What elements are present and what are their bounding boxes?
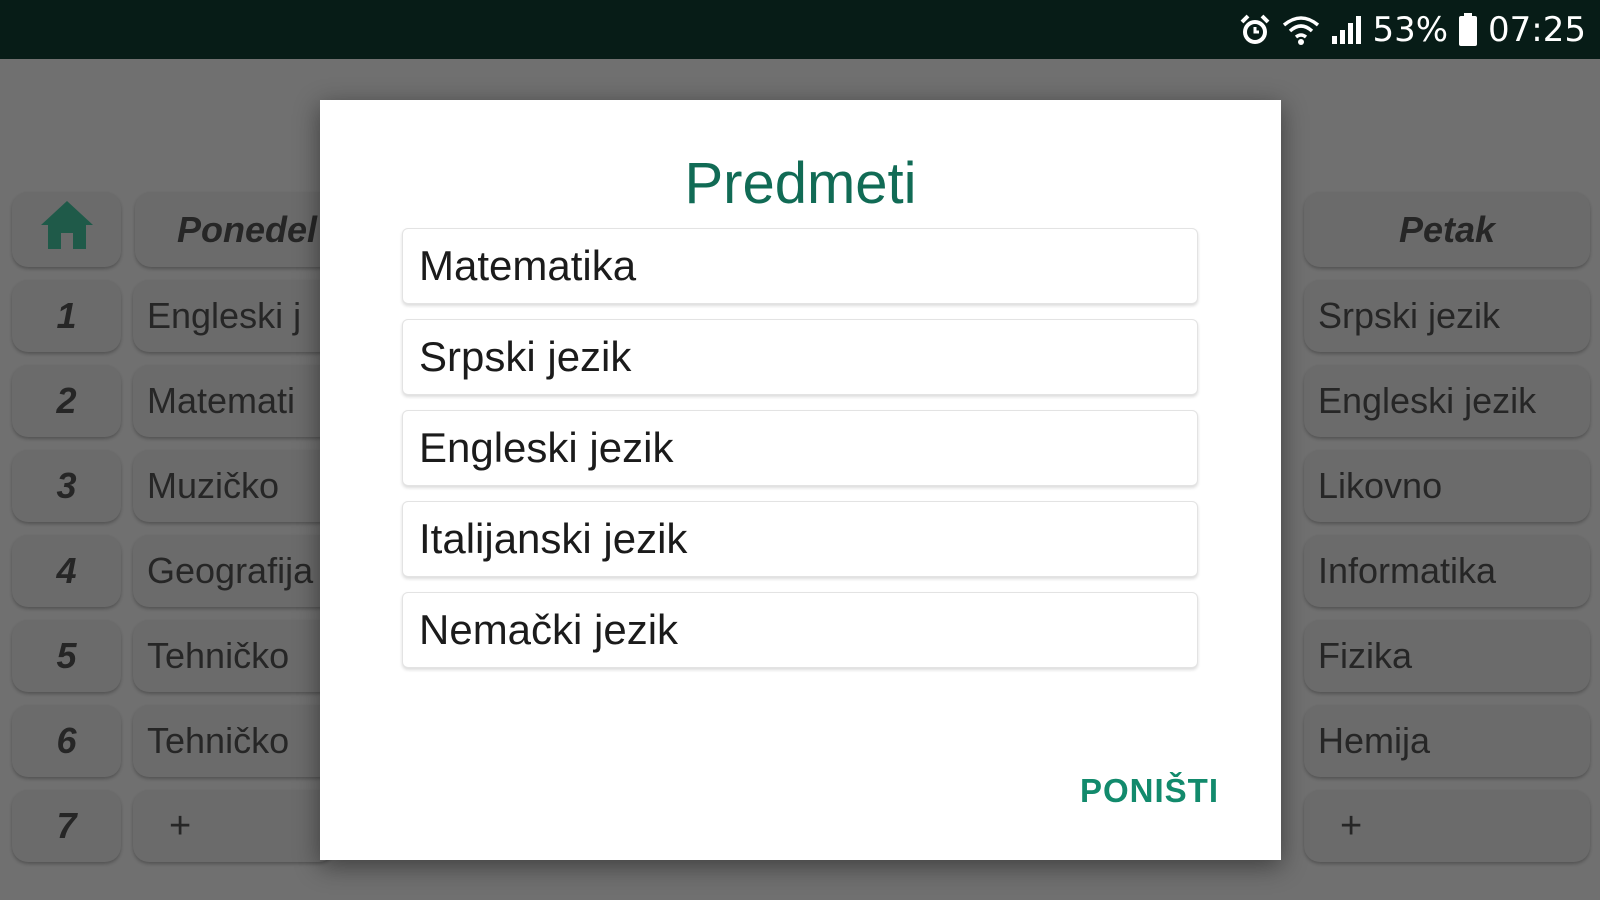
lesson-cell-monday[interactable]: Engleski j	[133, 280, 335, 352]
subject-item-srpski-jezik[interactable]: Srpski jezik	[402, 319, 1198, 395]
period-number: 6	[12, 705, 121, 777]
subject-item-italijanski-jezik[interactable]: Italijanski jezik	[402, 501, 1198, 577]
period-number: 3	[12, 450, 121, 522]
alarm-icon	[1238, 13, 1272, 47]
period-number: 2	[12, 365, 121, 437]
status-icons: 53% 07:25	[1238, 10, 1586, 50]
home-icon	[37, 197, 97, 262]
home-button[interactable]	[12, 192, 121, 267]
wifi-icon	[1282, 14, 1320, 46]
lesson-cell-friday[interactable]: Engleski jezik	[1304, 365, 1590, 437]
lesson-cell-friday[interactable]: Likovno	[1304, 450, 1590, 522]
status-bar: 53% 07:25	[0, 0, 1600, 59]
period-number: 7	[12, 790, 121, 862]
period-number: 1	[12, 280, 121, 352]
subject-item-matematika[interactable]: Matematika	[402, 228, 1198, 304]
lesson-cell-monday[interactable]: Matemati	[133, 365, 335, 437]
subject-item-engleski-jezik[interactable]: Engleski jezik	[402, 410, 1198, 486]
day-header-monday[interactable]: Ponedel	[135, 192, 335, 267]
subject-item-nemacki-jezik[interactable]: Nemački jezik	[402, 592, 1198, 668]
lesson-cell-friday[interactable]: Informatika	[1304, 535, 1590, 607]
period-number: 4	[12, 535, 121, 607]
dialog-title: Predmeti	[684, 151, 917, 216]
lesson-cell-monday[interactable]: Geografija	[133, 535, 335, 607]
battery-icon	[1458, 13, 1478, 47]
lesson-cell-friday[interactable]: Fizika	[1304, 620, 1590, 692]
lesson-cell-friday[interactable]: Hemija	[1304, 705, 1590, 777]
cancel-button[interactable]: PONIŠTI	[1080, 772, 1219, 810]
subjects-dialog: Predmeti Matematika Srpski jezik Englesk…	[320, 100, 1281, 860]
day-header-friday[interactable]: Petak	[1304, 192, 1590, 267]
clock: 07:25	[1488, 10, 1586, 50]
lesson-cell-monday[interactable]: Tehničko	[133, 620, 335, 692]
add-lesson-button[interactable]: +	[1304, 790, 1590, 862]
lesson-cell-friday[interactable]: Srpski jezik	[1304, 280, 1590, 352]
lesson-cell-monday[interactable]: Tehničko	[133, 705, 335, 777]
signal-icon	[1330, 14, 1362, 46]
period-number: 5	[12, 620, 121, 692]
battery-percent: 53%	[1372, 10, 1449, 50]
add-lesson-button[interactable]: +	[133, 790, 335, 862]
lesson-cell-monday[interactable]: Muzičko	[133, 450, 335, 522]
